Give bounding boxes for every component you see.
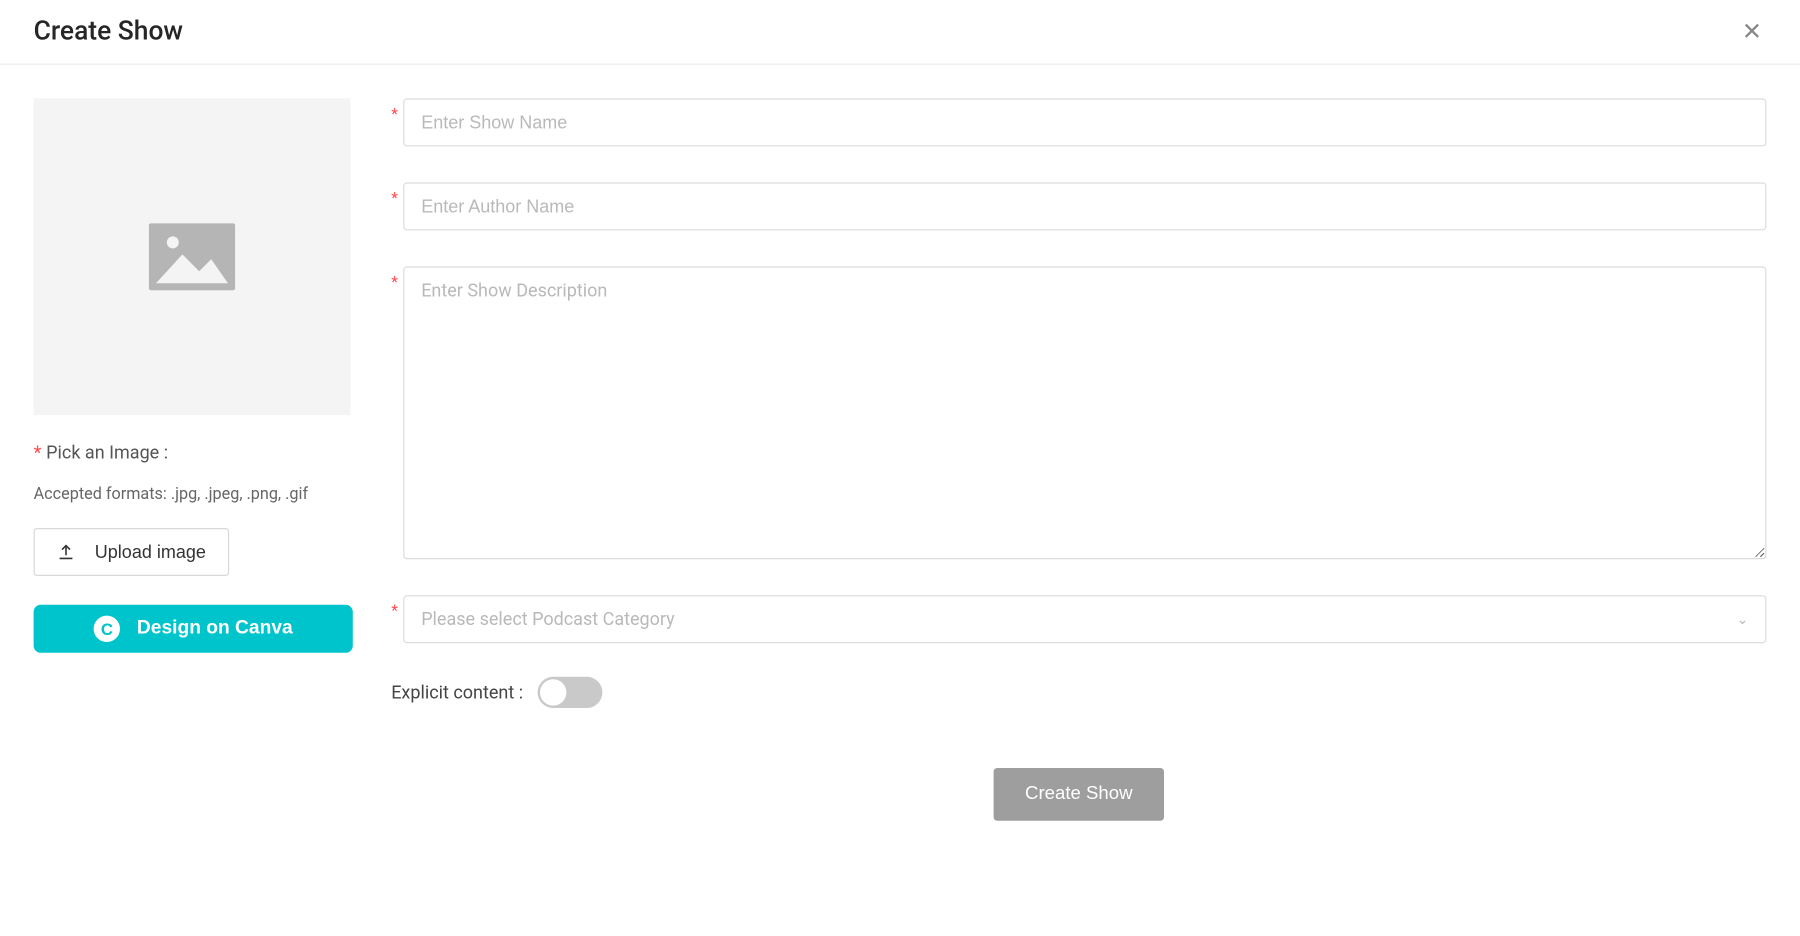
description-row: * bbox=[391, 266, 1766, 559]
pick-image-label: *Pick an Image : bbox=[34, 442, 351, 464]
podcast-category-select[interactable]: Please select Podcast Category ⌄ bbox=[403, 595, 1766, 643]
image-icon bbox=[149, 223, 235, 290]
required-marker: * bbox=[391, 595, 403, 620]
pick-image-text: Pick an Image : bbox=[46, 442, 168, 464]
close-icon: ✕ bbox=[1742, 17, 1762, 47]
close-button[interactable]: ✕ bbox=[1738, 17, 1767, 46]
upload-image-button[interactable]: Upload image bbox=[34, 528, 229, 576]
upload-icon bbox=[56, 542, 75, 561]
form-column: * * * * Please select Podcast Category ⌄ bbox=[391, 98, 1766, 820]
canva-button-label: Design on Canva bbox=[137, 618, 293, 640]
toggle-knob bbox=[540, 679, 566, 705]
show-name-row: * bbox=[391, 98, 1766, 146]
create-show-modal: Create Show ✕ *Pick an Image : Accepted … bbox=[0, 0, 1800, 854]
modal-header: Create Show ✕ bbox=[0, 0, 1800, 65]
show-name-input[interactable] bbox=[403, 98, 1766, 146]
author-name-input[interactable] bbox=[403, 182, 1766, 230]
explicit-content-row: Explicit content : bbox=[391, 677, 1766, 708]
required-marker: * bbox=[391, 266, 403, 291]
author-name-row: * bbox=[391, 182, 1766, 230]
accepted-formats-hint: Accepted formats: .jpg, .jpeg, .png, .gi… bbox=[34, 485, 351, 504]
category-row: * Please select Podcast Category ⌄ bbox=[391, 595, 1766, 643]
explicit-content-toggle[interactable] bbox=[538, 677, 603, 708]
category-placeholder: Please select Podcast Category bbox=[421, 608, 675, 630]
design-on-canva-button[interactable]: C Design on Canva bbox=[34, 605, 353, 653]
required-marker: * bbox=[391, 98, 403, 123]
required-marker: * bbox=[391, 182, 403, 207]
upload-image-label: Upload image bbox=[95, 542, 206, 562]
submit-row: Create Show bbox=[391, 768, 1766, 821]
show-description-textarea[interactable] bbox=[403, 266, 1766, 559]
modal-body: *Pick an Image : Accepted formats: .jpg,… bbox=[0, 65, 1800, 855]
canva-icon: C bbox=[94, 616, 120, 642]
category-select-wrap: Please select Podcast Category ⌄ bbox=[403, 595, 1766, 643]
modal-title: Create Show bbox=[34, 17, 183, 47]
required-marker: * bbox=[34, 442, 42, 464]
image-placeholder[interactable] bbox=[34, 98, 351, 415]
explicit-content-label: Explicit content : bbox=[391, 682, 523, 704]
create-show-button[interactable]: Create Show bbox=[994, 768, 1164, 821]
chevron-down-icon: ⌄ bbox=[1736, 611, 1748, 628]
image-column: *Pick an Image : Accepted formats: .jpg,… bbox=[34, 98, 351, 652]
